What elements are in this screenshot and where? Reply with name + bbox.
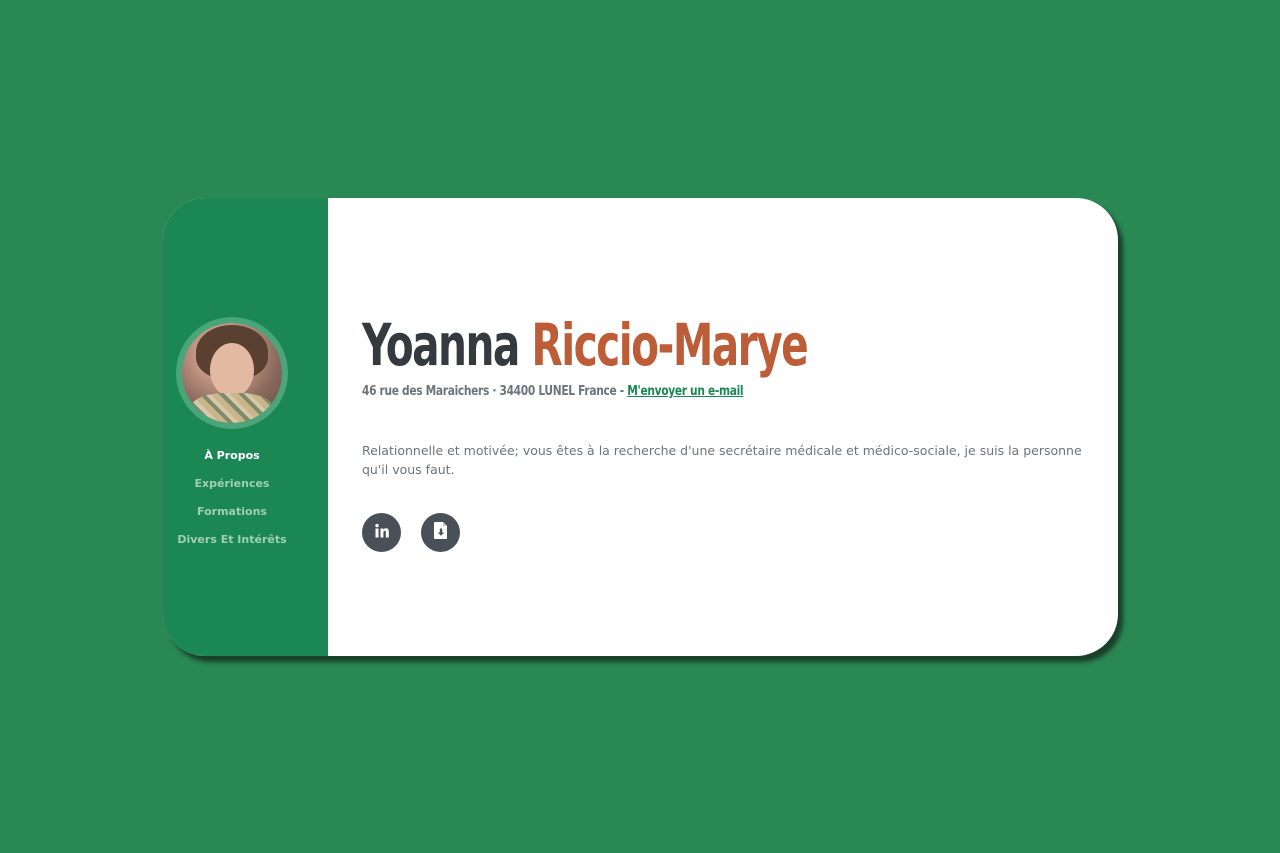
- nav-item-experiences[interactable]: Expériences: [195, 474, 270, 502]
- nav-item-a-propos[interactable]: À Propos: [204, 446, 259, 474]
- resume-card: À Propos Expériences Formations Divers E…: [163, 198, 1118, 656]
- sidebar-nav: À Propos Expériences Formations Divers E…: [163, 446, 301, 558]
- address-text: 46 rue des Maraichers · 34400 LUNEL Fran…: [362, 384, 624, 399]
- linkedin-icon: [374, 523, 390, 543]
- avatar-ring: [176, 317, 288, 429]
- email-link[interactable]: M'envoyer un e-mail: [627, 384, 743, 399]
- file-download-icon: [433, 522, 448, 543]
- sidebar: À Propos Expériences Formations Divers E…: [163, 198, 328, 656]
- nav-item-divers-et-interets[interactable]: Divers Et Intérêts: [177, 530, 286, 558]
- avatar: [182, 323, 282, 423]
- last-name: Riccio-Marye: [531, 311, 808, 379]
- download-cv-button[interactable]: [421, 513, 460, 552]
- first-name: Yoanna: [362, 311, 520, 379]
- main-content: Yoanna Riccio-Marye 46 rue des Maraicher…: [328, 198, 1118, 656]
- address-line: 46 rue des Maraichers · 34400 LUNEL Fran…: [362, 384, 744, 399]
- linkedin-button[interactable]: [362, 513, 401, 552]
- summary-text: Relationnelle et motivée; vous êtes à la…: [362, 443, 1082, 477]
- social-icons: [362, 513, 460, 552]
- profile-name: Yoanna Riccio-Marye: [362, 310, 809, 380]
- nav-item-formations[interactable]: Formations: [197, 502, 267, 530]
